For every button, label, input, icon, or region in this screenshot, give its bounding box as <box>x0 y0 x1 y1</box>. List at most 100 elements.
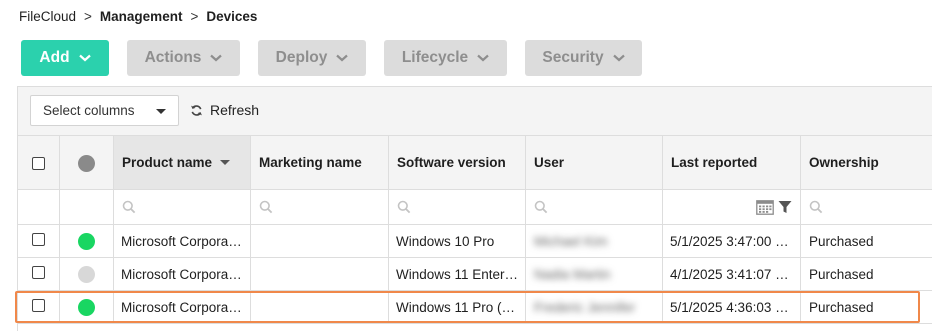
breadcrumb-separator: > <box>84 8 92 24</box>
deploy-button-label: Deploy <box>275 49 328 66</box>
chevron-down-icon <box>78 54 91 62</box>
last-reported-cell: 5/1/2025 4:36:03 … <box>663 291 801 323</box>
refresh-button[interactable]: Refresh <box>190 100 259 120</box>
search-icon <box>534 200 548 214</box>
status-offline-icon <box>78 265 95 283</box>
lifecycle-button[interactable]: Lifecycle <box>384 40 507 76</box>
marketing-name-cell <box>251 291 389 323</box>
software-version-cell: Windows 11 Pro (… <box>389 291 526 323</box>
lifecycle-button-label: Lifecycle <box>401 49 469 66</box>
row-checkbox[interactable] <box>32 266 45 279</box>
row-select-cell <box>18 225 60 257</box>
ownership-cell: Purchased <box>809 266 874 282</box>
software-version-filter[interactable] <box>389 190 526 224</box>
breadcrumb: FileCloud > Management > Devices <box>19 8 257 24</box>
status-dot-icon <box>78 155 95 172</box>
product-name-filter[interactable] <box>114 190 251 224</box>
select-columns-dropdown[interactable]: Select columns <box>30 95 179 126</box>
action-toolbar: Add Actions Deploy Lifecycle Security <box>21 40 660 76</box>
user-name-redacted: Michael Kim <box>534 233 608 249</box>
user-filter[interactable] <box>526 190 663 224</box>
filter-cell-empty <box>18 190 60 224</box>
column-header-user[interactable]: User <box>526 136 663 189</box>
filter-icon[interactable] <box>778 200 792 214</box>
user-cell: Frederic Jennifer <box>526 291 663 323</box>
column-header-ownership[interactable]: Ownership <box>801 136 932 189</box>
chevron-down-icon <box>336 54 349 62</box>
search-icon <box>397 200 411 214</box>
column-header-label: Marketing name <box>259 155 362 170</box>
deploy-button[interactable]: Deploy <box>258 40 366 76</box>
status-online-icon <box>78 232 95 250</box>
last-reported-cell: 4/1/2025 3:41:07 … <box>663 258 801 290</box>
chevron-down-icon <box>612 54 625 62</box>
search-icon <box>259 200 273 214</box>
table-row[interactable]: Microsoft Corpora… Windows 11 Pro (… Fre… <box>18 291 932 324</box>
ownership-cell: Purchased <box>809 299 874 315</box>
user-name-redacted: Nadia Martin <box>534 266 611 282</box>
last-reported-filter[interactable] <box>663 190 801 224</box>
column-header-label: Product name <box>122 155 213 170</box>
software-version-cell: Windows 11 Enter… <box>389 258 526 290</box>
column-header-marketing-name[interactable]: Marketing name <box>251 136 389 189</box>
status-cell <box>60 258 114 290</box>
column-header-software-version[interactable]: Software version <box>389 136 526 189</box>
row-select-cell <box>18 258 60 290</box>
column-header-label: Software version <box>397 155 506 170</box>
user-cell: Nadia Martin <box>526 258 663 290</box>
refresh-icon <box>191 104 202 116</box>
actions-button[interactable]: Actions <box>127 40 240 76</box>
status-cell <box>60 225 114 257</box>
table-row[interactable]: Microsoft Corpora… Windows 11 Enter… Nad… <box>18 258 932 291</box>
status-online-icon <box>78 298 95 316</box>
ownership-filter[interactable] <box>801 190 932 224</box>
caret-down-icon <box>156 109 166 114</box>
select-all-checkbox[interactable] <box>32 157 45 170</box>
marketing-name-cell <box>251 225 389 257</box>
product-name-cell: Microsoft Corpora… <box>114 258 251 290</box>
search-icon <box>809 200 823 214</box>
filter-row <box>18 190 932 225</box>
column-header-product-name[interactable]: Product name <box>114 136 251 189</box>
software-version-cell: Windows 10 Pro <box>389 225 526 257</box>
ownership-cell: Purchased <box>809 233 874 249</box>
security-button-label: Security <box>542 49 604 66</box>
table-row[interactable]: Microsoft Corpora… Windows 10 Pro Michae… <box>18 225 932 258</box>
user-name-redacted: Frederic Jennifer <box>534 299 636 315</box>
filter-cell-empty <box>60 190 114 224</box>
row-select-cell <box>18 291 60 323</box>
devices-grid: Select columns Refresh Product name Mark… <box>17 86 932 331</box>
status-header <box>60 136 114 189</box>
last-reported-cell: 5/1/2025 3:47:00 … <box>663 225 801 257</box>
actions-button-label: Actions <box>144 49 202 66</box>
security-button[interactable]: Security <box>525 40 642 76</box>
column-header-label: Ownership <box>809 155 879 170</box>
chevron-down-icon <box>477 54 489 62</box>
add-button-label: Add <box>39 49 70 66</box>
refresh-label: Refresh <box>210 102 260 118</box>
select-columns-label: Select columns <box>43 103 135 118</box>
marketing-name-filter[interactable] <box>251 190 389 224</box>
sort-descending-icon <box>220 160 231 165</box>
status-cell <box>60 291 114 323</box>
chevron-down-icon <box>210 54 223 62</box>
row-checkbox[interactable] <box>32 299 45 312</box>
breadcrumb-current: Devices <box>206 8 258 24</box>
marketing-name-cell <box>251 258 389 290</box>
calendar-icon[interactable] <box>756 199 774 215</box>
grid-toolbar: Select columns Refresh <box>18 86 932 135</box>
product-name-cell: Microsoft Corpora… <box>114 291 251 323</box>
select-all-cell <box>18 136 60 189</box>
column-header-label: User <box>534 155 565 170</box>
row-checkbox[interactable] <box>32 233 45 246</box>
user-cell: Michael Kim <box>526 225 663 257</box>
search-icon <box>122 200 136 214</box>
breadcrumb-separator: > <box>190 8 199 24</box>
column-header-label: Last reported <box>671 155 758 170</box>
table-header-row: Product name Marketing name Software ver… <box>18 135 932 190</box>
breadcrumb-root[interactable]: FileCloud <box>19 9 76 24</box>
product-name-cell: Microsoft Corpora… <box>114 225 251 257</box>
column-header-last-reported[interactable]: Last reported <box>663 136 801 189</box>
breadcrumb-section[interactable]: Management <box>100 9 183 24</box>
add-button[interactable]: Add <box>21 40 109 76</box>
